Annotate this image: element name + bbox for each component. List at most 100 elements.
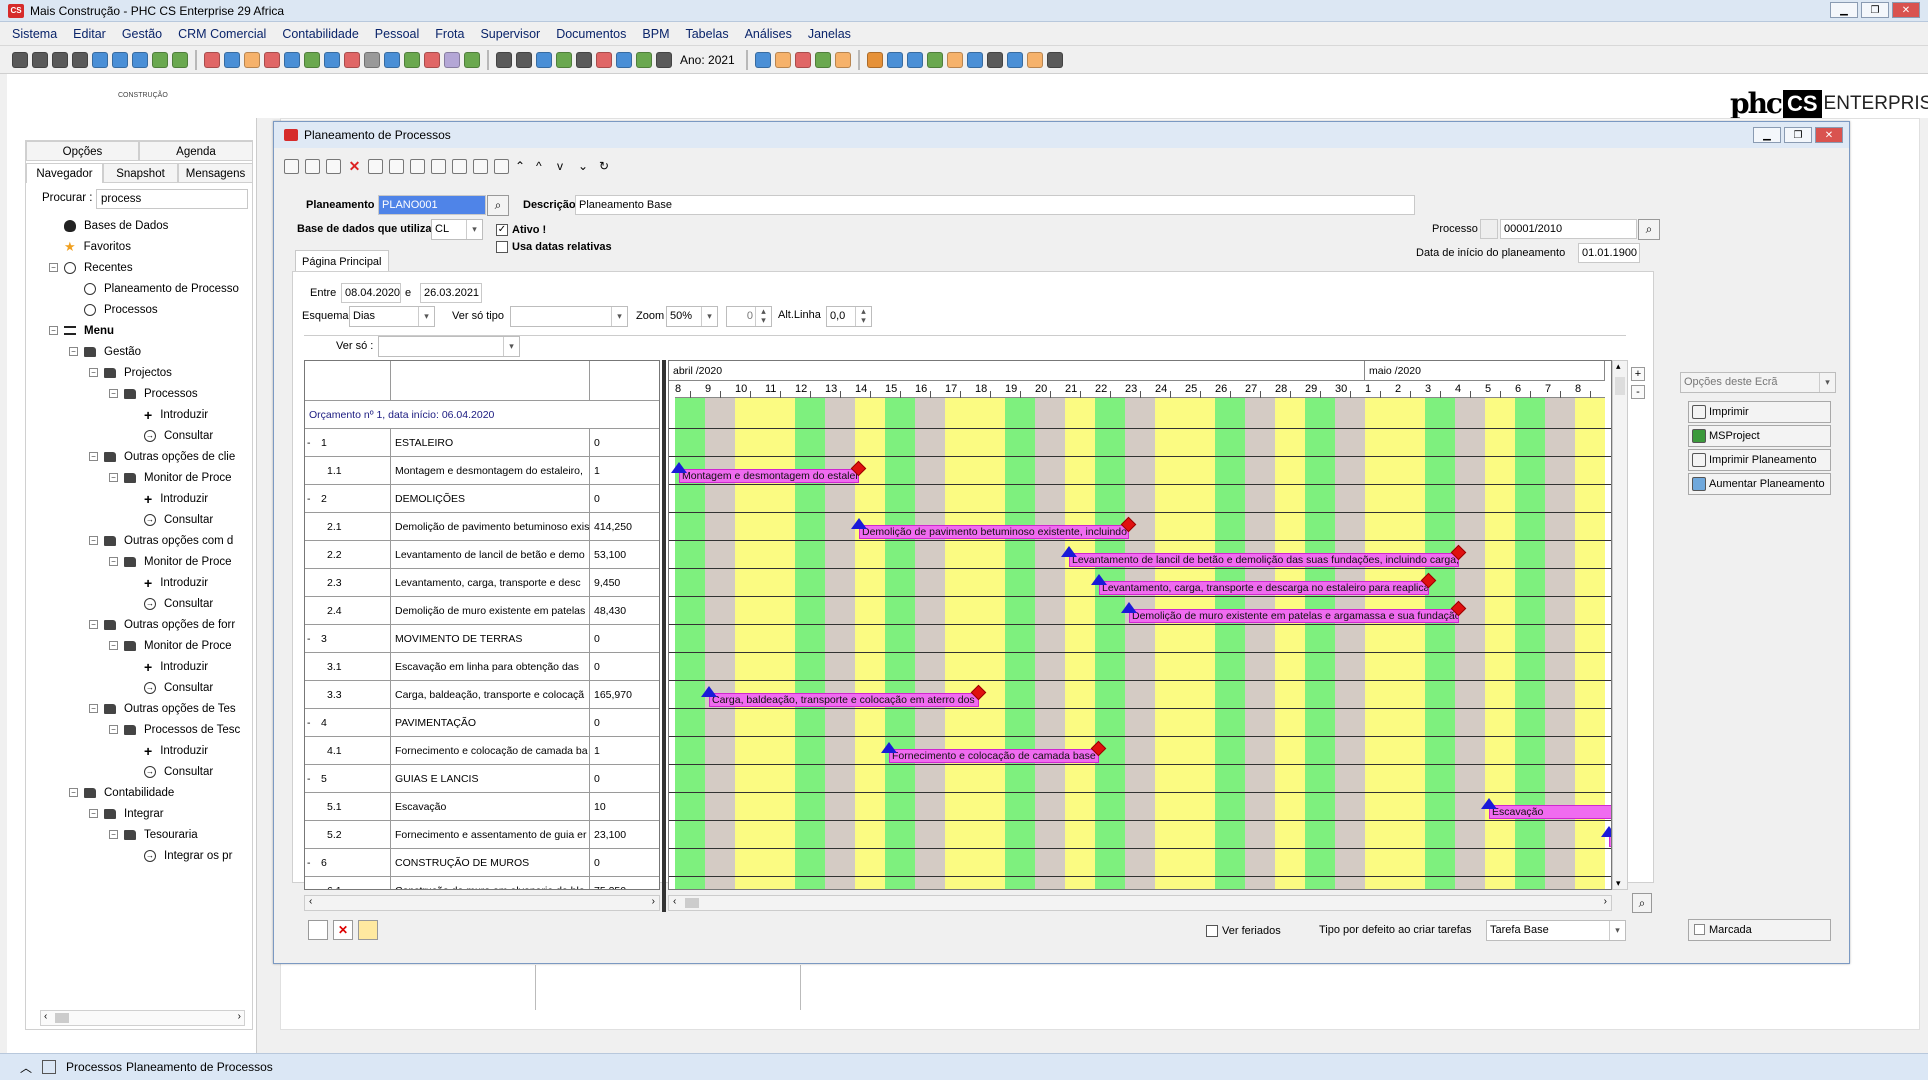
task-expand[interactable]: -	[307, 625, 321, 652]
toolbar-icon[interactable]	[834, 51, 851, 68]
delete-task-button[interactable]: ✕	[333, 920, 353, 940]
start-marker-icon[interactable]	[1601, 826, 1611, 837]
grid-splitter[interactable]	[662, 360, 666, 912]
tree-item[interactable]: − Projectos	[89, 363, 245, 382]
gantt-task-bar[interactable]: Levantamento de lancil de betão e demoli…	[1069, 553, 1459, 567]
chevron-down-last-icon[interactable]: ⌄	[578, 159, 593, 174]
table-row[interactable]: 6.1 Construção de muro em alvenaria de bl…	[305, 877, 659, 889]
screen-options-select[interactable]: Opções deste Ecrã ▾	[1680, 372, 1836, 393]
table-row[interactable]: -2 DEMOLIÇÕES 0	[305, 485, 659, 513]
tree-item[interactable]: + Introduzir	[129, 489, 245, 508]
descricao-field[interactable]: Planeamento Base	[575, 195, 1415, 215]
menu-1[interactable]: Editar	[73, 27, 106, 41]
search-input[interactable]	[96, 189, 248, 209]
delete-icon[interactable]: ✕	[347, 158, 362, 174]
menu-11[interactable]: Análises	[745, 27, 792, 41]
tree-item[interactable]: − Monitor de Proce	[109, 636, 245, 655]
start-marker-icon[interactable]	[1061, 546, 1077, 557]
menu-3[interactable]: CRM Comercial	[178, 27, 266, 41]
toolbar-icon[interactable]	[72, 51, 88, 68]
toolbar-icon[interactable]	[926, 51, 943, 68]
tab-pagina-principal[interactable]: Página Principal	[295, 250, 389, 272]
planner-close-button[interactable]: ✕	[1815, 127, 1843, 143]
menu-0[interactable]: Sistema	[12, 27, 57, 41]
gantt-task-bar[interactable]: Montagem e desmontagem do estaleiro	[679, 469, 859, 483]
gantt-search-button[interactable]: ⌕	[1632, 893, 1652, 913]
table-row[interactable]: 5.2 Fornecimento e assentamento de guia e…	[305, 821, 659, 849]
imprimir-button[interactable]: Imprimir	[1688, 401, 1831, 423]
menu-6[interactable]: Frota	[435, 27, 464, 41]
toolbar-icon[interactable]	[264, 51, 280, 68]
tipodefeito-select[interactable]: Tarefa Base ▾	[1486, 920, 1626, 941]
msproject-button[interactable]: MSProject	[1688, 425, 1831, 447]
processo-search-button[interactable]: ⌕	[1638, 219, 1660, 240]
toolbar-icon[interactable]	[204, 51, 220, 68]
table-row[interactable]: 1.1 Montagem e desmontagem do estaleiro, …	[305, 457, 659, 485]
planner-maximize-button[interactable]: ❐	[1784, 127, 1812, 143]
gantt-vertical-scrollbar[interactable]: ▴ ▾	[1612, 360, 1628, 890]
toolbar-icon[interactable]	[52, 51, 68, 68]
status-breadcrumb-1[interactable]: Processos	[66, 1060, 122, 1074]
zoom-in-button[interactable]: +	[1631, 367, 1645, 381]
toolbar-icon[interactable]	[32, 51, 48, 68]
toolbar-icon[interactable]	[1026, 51, 1043, 68]
tree-item[interactable]: → Consultar	[129, 762, 245, 781]
list-icon[interactable]	[410, 158, 425, 174]
toolbar-icon[interactable]	[284, 51, 300, 68]
tree-item[interactable]: ★ Favoritos	[49, 237, 245, 256]
expand-toggle-icon[interactable]: −	[109, 557, 118, 566]
tree-item[interactable]: → Integrar os pr	[129, 846, 245, 865]
table-icon[interactable]	[368, 158, 383, 174]
new-task-button[interactable]	[308, 920, 328, 940]
chevron-up-icon[interactable]: ^	[536, 159, 551, 174]
tree-item[interactable]: Processos	[69, 300, 245, 319]
gantt-horizontal-scrollbar[interactable]: ‹ ›	[668, 895, 1612, 911]
marcada-toggle[interactable]: Marcada	[1688, 919, 1831, 941]
toolbar-icon[interactable]	[444, 51, 460, 68]
import-task-button[interactable]	[358, 920, 378, 940]
imprimir-planeamento-button[interactable]: Imprimir Planeamento	[1688, 449, 1831, 471]
expand-toggle-icon[interactable]: −	[89, 809, 98, 818]
task-expand[interactable]: -	[307, 849, 321, 876]
altlinha-spinner[interactable]: 0,0 ▴ ▾	[826, 306, 872, 327]
tree-item[interactable]: − Tesouraria	[109, 825, 245, 844]
toolbar-icon[interactable]	[556, 51, 572, 68]
toolbar-icon[interactable]	[656, 51, 672, 68]
expand-toggle-icon[interactable]: −	[89, 620, 98, 629]
expand-toggle-icon[interactable]: −	[49, 263, 58, 272]
table-row[interactable]: 4.1 Fornecimento e colocação de camada ba…	[305, 737, 659, 765]
chevron-up-first-icon[interactable]: ⌃	[515, 159, 530, 174]
usadatas-checkbox[interactable]	[496, 241, 508, 253]
marcada-checkbox[interactable]	[1694, 924, 1705, 935]
tab-agenda[interactable]: Agenda	[139, 141, 253, 161]
table-row[interactable]: 3.3 Carga, baldeação, transporte e coloca…	[305, 681, 659, 709]
expand-toggle-icon[interactable]: −	[109, 389, 118, 398]
verso-select[interactable]: ▾	[378, 336, 520, 357]
toolbar-icon[interactable]	[906, 51, 923, 68]
tree-item[interactable]: + Introduzir	[129, 573, 245, 592]
tree-item[interactable]: Bases de Dados	[49, 216, 245, 235]
tree-item[interactable]: − Processos de Tesc	[109, 720, 245, 739]
toolbar-icon[interactable]	[224, 51, 240, 68]
toolbar-icon[interactable]	[774, 51, 791, 68]
tree-item[interactable]: + Introduzir	[129, 657, 245, 676]
task-expand[interactable]: -	[307, 765, 321, 792]
tree-item[interactable]: + Introduzir	[129, 741, 245, 760]
gantt-task-bar[interactable]: Demolição de pavimento betuminoso existe…	[859, 525, 1129, 539]
toolbar-icon[interactable]	[986, 51, 1003, 68]
toolbar-icon[interactable]	[12, 51, 28, 68]
chevron-up-icon[interactable]: ︿	[20, 1059, 32, 1076]
new-doc-icon[interactable]	[305, 158, 320, 174]
basedados-select[interactable]: CL ▾	[431, 219, 483, 240]
expand-toggle-icon[interactable]: −	[89, 368, 98, 377]
expand-toggle-icon[interactable]: −	[89, 536, 98, 545]
tree-item[interactable]: − Contabilidade	[69, 783, 245, 802]
table-row[interactable]: 2.4 Demolição de muro existente em patela…	[305, 597, 659, 625]
tree-horizontal-scrollbar[interactable]: ‹ ›	[40, 1010, 245, 1026]
menu-2[interactable]: Gestão	[122, 27, 162, 41]
minimize-button[interactable]: ▁	[1830, 2, 1858, 18]
expand-toggle-icon[interactable]: −	[49, 326, 58, 335]
toolbar-icon[interactable]	[576, 51, 592, 68]
status-breadcrumb-2[interactable]: Planeamento de Processos	[126, 1060, 273, 1074]
hierarchy-icon[interactable]	[431, 158, 446, 174]
